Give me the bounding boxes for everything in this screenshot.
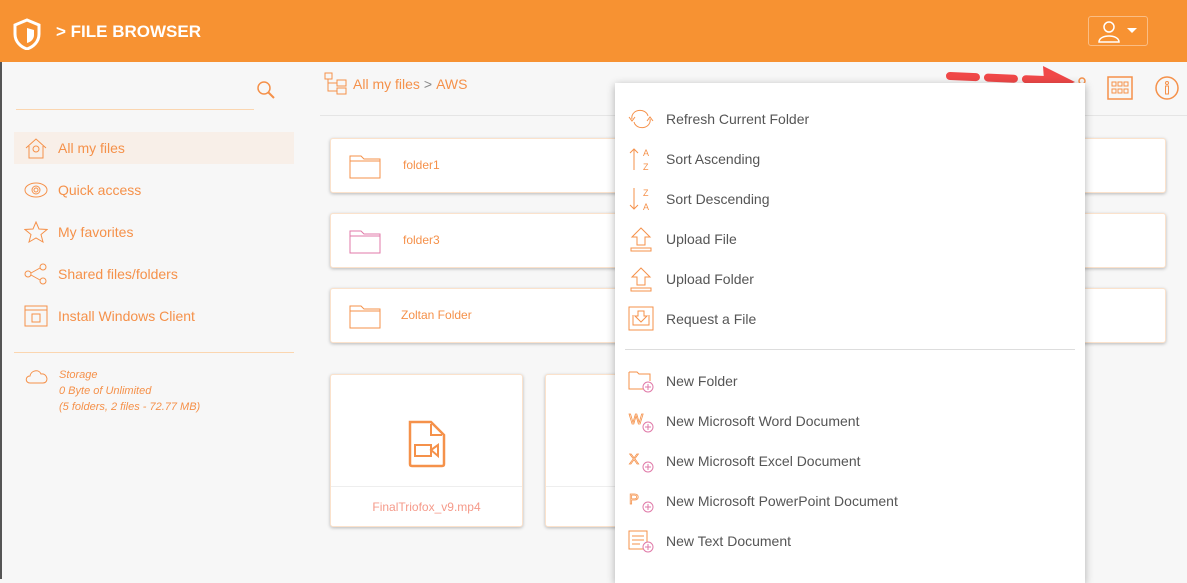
sidebar-item-all-my-files[interactable]: All my files	[14, 132, 294, 164]
new-excel-icon: X	[629, 451, 654, 473]
new-powerpoint-icon: P	[629, 491, 654, 513]
menu-item-upload-folder[interactable]: Upload Folder	[615, 261, 1085, 297]
menu-item-new-excel[interactable]: X New Microsoft Excel Document	[615, 443, 1085, 479]
svg-text:Z: Z	[643, 162, 649, 172]
refresh-icon	[628, 109, 654, 129]
breadcrumb-current[interactable]: AWS	[436, 76, 467, 92]
folder-tree-icon	[324, 72, 347, 95]
menu-item-new-word[interactable]: W New Microsoft Word Document	[615, 403, 1085, 439]
sidebar-item-shared[interactable]: Shared files/folders	[14, 258, 294, 290]
user-icon	[1098, 21, 1137, 43]
svg-text:X: X	[629, 451, 639, 468]
breadcrumb: All my files > AWS	[324, 72, 467, 96]
app-header: > FILE BROWSER	[0, 0, 1187, 62]
menu-item-upload-file[interactable]: Upload File	[615, 221, 1085, 257]
user-menu-button[interactable]	[1088, 16, 1148, 46]
svg-text:A: A	[643, 202, 649, 212]
search-input[interactable]	[16, 109, 254, 110]
new-word-icon: W	[629, 411, 654, 433]
home-user-icon	[25, 138, 47, 159]
svg-text:Z: Z	[643, 188, 649, 198]
logo-icon	[13, 18, 41, 50]
sidebar-item-install-windows-client[interactable]: Install Windows Client	[14, 300, 294, 332]
sort-descending-icon: ZA	[629, 188, 649, 212]
menu-divider	[625, 349, 1075, 350]
sort-ascending-icon: AZ	[629, 148, 649, 172]
windows-client-icon	[24, 305, 48, 327]
context-menu: Refresh Current Folder A Z Sort Ascending …	[615, 83, 1085, 583]
sidebar-item-my-favorites[interactable]: My favorites	[14, 216, 294, 248]
menu-item-new-folder[interactable]: New Folder	[615, 363, 1085, 399]
divider	[14, 352, 294, 353]
cloud-icon	[25, 370, 48, 384]
folder-icon	[349, 305, 381, 329]
info-icon[interactable]	[1154, 75, 1180, 101]
new-folder-icon	[628, 371, 654, 393]
menu-item-sort-ascending[interactable]: A Z Sort Ascending	[615, 141, 1085, 177]
menu-item-request-file[interactable]: Request a File	[615, 301, 1085, 337]
sidebar: All my files Quick access My favorites S…	[0, 62, 300, 579]
menu-item-sort-descending[interactable]: Z A Sort Descending	[615, 181, 1085, 217]
menu-item-new-powerpoint[interactable]: P New Microsoft PowerPoint Document	[615, 483, 1085, 519]
sidebar-item-quick-access[interactable]: Quick access	[14, 174, 294, 206]
search-icon[interactable]	[256, 80, 276, 100]
request-file-icon	[628, 306, 654, 331]
menu-item-new-text[interactable]: New Text Document	[615, 523, 1085, 559]
folder-icon	[349, 155, 381, 179]
svg-text:A: A	[643, 148, 649, 158]
svg-text:P: P	[629, 491, 639, 508]
svg-text:W: W	[629, 411, 644, 428]
video-file-icon	[408, 420, 446, 468]
share-icon	[24, 263, 47, 285]
star-icon	[24, 221, 48, 243]
caret-down-icon	[1127, 28, 1137, 33]
upload-icon	[630, 227, 652, 252]
folder-icon	[349, 230, 381, 254]
storage-info: Storage 0 Byte of Unlimited (5 folders, …	[59, 369, 201, 413]
breadcrumb-root[interactable]: All my files	[353, 76, 420, 92]
new-text-icon	[628, 530, 654, 553]
menu-item-refresh[interactable]: Refresh Current Folder	[615, 101, 1085, 137]
eye-icon	[24, 182, 48, 198]
grid-view-icon[interactable]	[1107, 76, 1133, 100]
file-item[interactable]: FinalTriofox_v9.mp4	[330, 374, 523, 527]
upload-icon	[630, 267, 652, 292]
page-title: > FILE BROWSER	[56, 22, 201, 41]
